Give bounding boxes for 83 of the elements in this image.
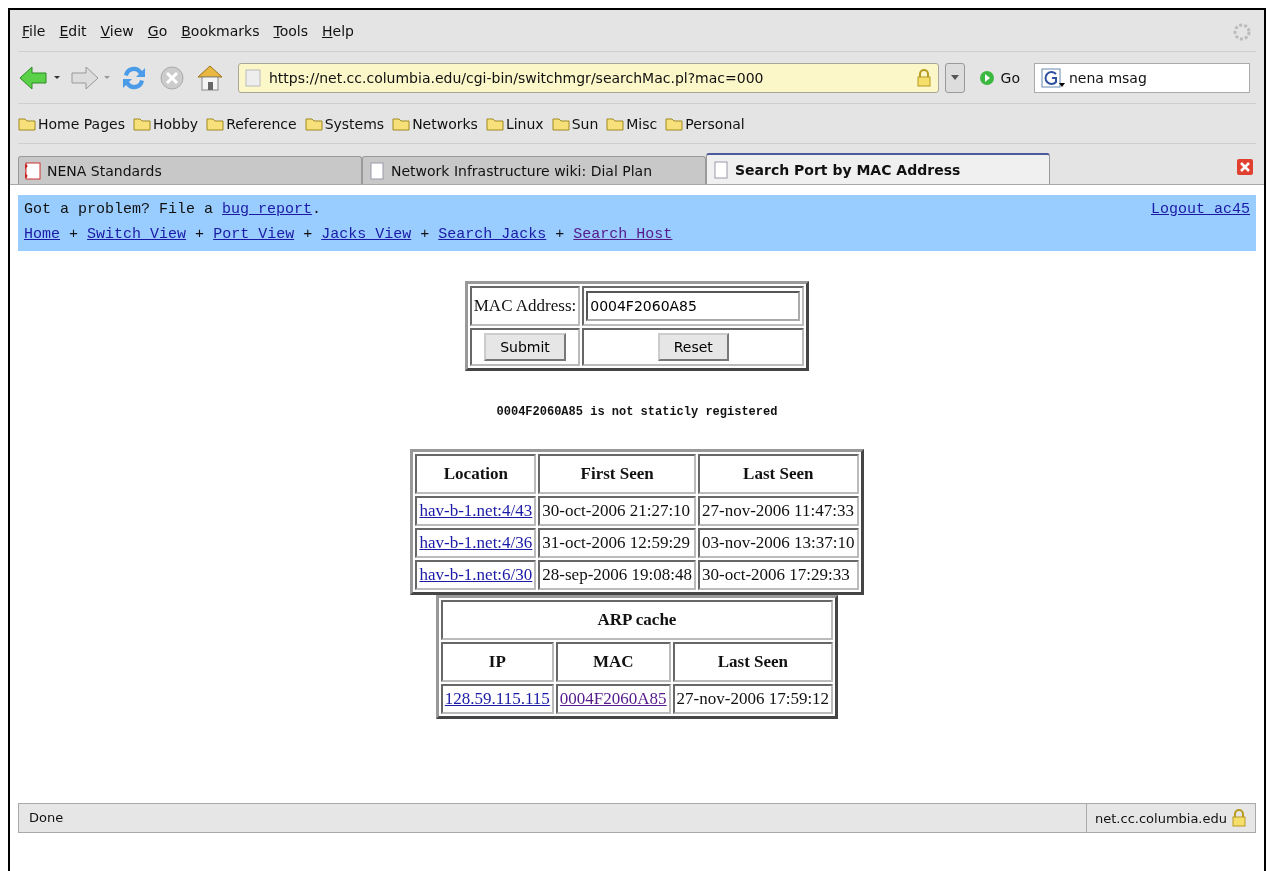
menu-item[interactable]: Bookmarks: [177, 22, 270, 39]
submit-button[interactable]: Submit: [484, 333, 566, 361]
column-header: First Seen: [538, 454, 696, 494]
location-link[interactable]: hav-b-1.net:4/36: [419, 533, 533, 552]
folder-icon: [665, 116, 684, 131]
folder-icon: [18, 116, 36, 131]
host-text: net.cc.columbia.edu: [1095, 810, 1227, 826]
folder-icon: [206, 116, 225, 131]
bookmark-folder[interactable]: Personal: [665, 115, 745, 132]
nav-link[interactable]: Search Jacks: [438, 226, 547, 243]
page-icon: [25, 161, 41, 180]
menu-item[interactable]: Tools: [269, 22, 318, 39]
status-message: 0004F2060A85 is not staticly registered: [496, 405, 778, 419]
padlock-icon: [1231, 809, 1247, 827]
bookmark-folder[interactable]: Hobby: [133, 115, 199, 132]
table-cell: 27-nov-2006 11:47:33: [698, 496, 859, 526]
table-cell: 27-nov-2006 17:59:12: [672, 684, 834, 714]
bookmark-folder[interactable]: Misc: [606, 115, 658, 132]
nav-link[interactable]: Search Host: [573, 226, 673, 243]
folder-icon: [606, 116, 625, 131]
bookmark-folder[interactable]: Reference: [206, 115, 297, 132]
nav-link[interactable]: Switch View: [87, 226, 187, 243]
column-header: Last Seen: [672, 642, 834, 682]
browser-tab[interactable]: Search Port by MAC Address: [706, 153, 1050, 184]
search-engine-icon: [1041, 67, 1065, 88]
table-cell: 03-nov-2006 13:37:10: [698, 528, 859, 558]
location-link[interactable]: hav-b-1.net:6/30: [419, 565, 533, 584]
go-icon: [978, 69, 995, 86]
folder-icon: [551, 116, 570, 131]
bookmark-folder[interactable]: Linux: [485, 115, 544, 132]
separator-text: +: [194, 226, 206, 243]
mac-link[interactable]: 0004F2060A85: [559, 689, 667, 708]
address-bar[interactable]: https://net.cc.columbia.edu/cgi-bin/switchmgr/searchMac.pl?mac=000: [238, 62, 939, 93]
column-header: Location: [415, 454, 537, 494]
table-cell: 31-oct-2006 12:59:29: [538, 528, 696, 558]
nav-link[interactable]: Port View: [213, 226, 295, 243]
column-header: IP: [440, 642, 554, 682]
browser-tab[interactable]: NENA Standards: [18, 156, 362, 184]
mac-address-field[interactable]: 0004F2060A85: [586, 291, 801, 321]
folder-icon: [133, 116, 151, 131]
padlock-icon: [915, 68, 932, 87]
bug-report-link[interactable]: bug report: [222, 201, 313, 218]
location-link[interactable]: hav-b-1.net:4/43: [419, 501, 533, 520]
menu-item[interactable]: View: [96, 22, 144, 39]
column-header: MAC: [555, 642, 671, 682]
page-icon: [713, 160, 729, 179]
ip-link[interactable]: 128.59.115.115: [444, 689, 550, 708]
menu-item[interactable]: Help: [318, 22, 364, 39]
separator-text: +: [554, 226, 566, 243]
page-icon: [245, 68, 261, 87]
search-field[interactable]: nena msag: [1034, 62, 1250, 93]
problem-text: Got a problem? File a bug report.: [24, 201, 322, 218]
table-cell: 30-oct-2006 21:27:10: [538, 496, 696, 526]
bookmark-folder[interactable]: Sun: [551, 115, 599, 132]
close-tab-icon[interactable]: [1236, 158, 1254, 176]
nav-link[interactable]: Home: [24, 226, 60, 243]
folder-icon: [392, 116, 411, 131]
throbber-icon: [1232, 22, 1252, 42]
folder-icon: [304, 116, 323, 131]
separator-text: +: [68, 226, 80, 243]
go-button[interactable]: Go: [970, 69, 1028, 86]
field-label: MAC Address:: [469, 286, 581, 326]
page-icon: [369, 161, 385, 180]
bookmark-folder[interactable]: Systems: [304, 115, 385, 132]
bookmark-folder[interactable]: Home Pages: [18, 115, 125, 132]
table-cell: 30-oct-2006 17:29:33: [698, 560, 859, 590]
separator-text: +: [302, 226, 314, 243]
table-title: ARP cache: [440, 600, 834, 640]
menu-item[interactable]: Edit: [55, 22, 97, 39]
nav-link[interactable]: Jacks View: [321, 226, 412, 243]
menu-item[interactable]: File: [18, 22, 56, 39]
dropdown-button[interactable]: [944, 62, 965, 93]
separator-text: +: [419, 226, 431, 243]
bookmark-folder[interactable]: Networks: [392, 115, 478, 132]
browser-tab[interactable]: Network Infrastructure wiki: Dial Plan: [362, 156, 706, 184]
reset-button[interactable]: Reset: [657, 333, 729, 361]
menu-item[interactable]: Go: [143, 22, 178, 39]
folder-icon: [485, 116, 504, 131]
table-cell: 28-sep-2006 19:08:48: [538, 560, 696, 590]
status-text: Done: [28, 809, 65, 827]
caret-icon: [950, 75, 959, 80]
column-header: Last Seen: [698, 454, 859, 494]
logout-link[interactable]: Logout ac45: [1150, 201, 1250, 218]
